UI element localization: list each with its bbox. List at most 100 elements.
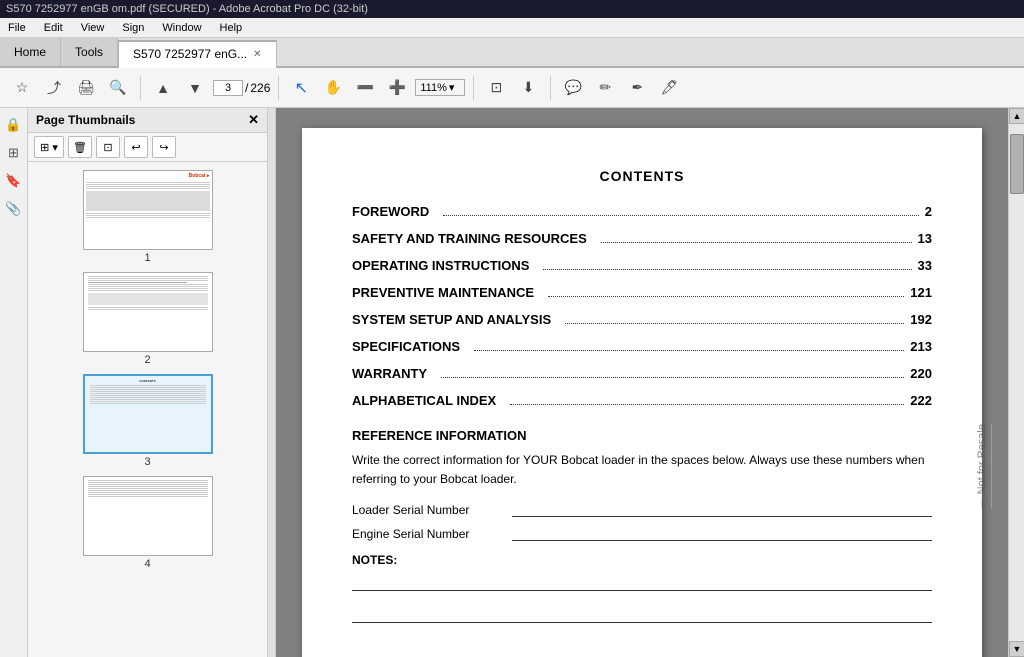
page-number-input[interactable] <box>213 80 243 96</box>
thumbnail-2[interactable]: 2 <box>83 272 213 366</box>
toolbar-bookmark-icon[interactable]: ☆ <box>8 74 36 102</box>
title-bar-text: S570 7252977 enGB om.pdf (SECURED) - Ado… <box>6 3 368 15</box>
toc-page-foreword: 2 <box>925 204 932 219</box>
toc-entry-foreword: FOREWORD 2 <box>352 204 932 219</box>
sidebar-redo-btn[interactable]: ↪ <box>152 136 176 158</box>
pdf-contents-title: CONTENTS <box>352 168 932 184</box>
toc-label-specs: SPECIFICATIONS <box>352 339 460 354</box>
pages-icon[interactable]: ⊞ <box>3 142 25 164</box>
tab-bar: Home Tools S570 7252977 enG... ✕ <box>0 38 1024 68</box>
engine-serial-row: Engine Serial Number <box>352 525 932 541</box>
toc-label-foreword: FOREWORD <box>352 204 429 219</box>
toc-label-preventive: PREVENTIVE MAINTENANCE <box>352 285 534 300</box>
tab-doc-label: S570 7252977 enG... <box>133 47 247 61</box>
thumb-frame-3: CONTENTS <box>83 374 213 454</box>
menu-view[interactable]: View <box>77 20 109 36</box>
notes-label: NOTES: <box>352 553 932 567</box>
watermark-text: — Not for Resale <box>976 424 992 508</box>
toolbar-comment-icon[interactable]: 💬 <box>559 74 587 102</box>
toolbar-sign-icon[interactable]: 🖊 <box>655 74 683 102</box>
tab-tools-label: Tools <box>75 45 103 59</box>
tab-tools[interactable]: Tools <box>61 38 118 66</box>
toolbar-edit-icon[interactable]: ✏ <box>591 74 619 102</box>
toc-entry-system: SYSTEM SETUP AND ANALYSIS 192 <box>352 312 932 327</box>
toolbar-next-page-icon[interactable]: ▼ <box>181 74 209 102</box>
sidebar-undo-btn[interactable]: ↩ <box>124 136 148 158</box>
engine-serial-line <box>512 525 932 541</box>
bookmark-nav-icon[interactable]: 🔖 <box>3 170 25 192</box>
toolbar-draw-icon[interactable]: ✒ <box>623 74 651 102</box>
tab-close-icon[interactable]: ✕ <box>253 49 261 60</box>
thumbnail-1[interactable]: Bobcat ▸ 1 <box>83 170 213 264</box>
notes-line-2 <box>352 607 932 623</box>
scroll-thumb[interactable] <box>1010 134 1024 194</box>
toolbar-select-icon[interactable]: ↖ <box>287 74 315 102</box>
toolbar-hand-icon[interactable]: ✋ <box>319 74 347 102</box>
toc-list: FOREWORD 2 SAFETY AND TRAINING RESOURCES… <box>352 204 932 408</box>
toolbar-sep-4 <box>550 76 551 100</box>
sidebar-view-btn[interactable]: ⊞ ▾ <box>34 136 64 158</box>
page-nav: / 226 <box>213 80 270 96</box>
menu-bar: File Edit View Sign Window Help <box>0 18 1024 38</box>
ref-info-text: Write the correct information for YOUR B… <box>352 451 932 489</box>
resize-handle[interactable] <box>268 108 276 657</box>
toc-page-preventive: 121 <box>910 285 932 300</box>
sidebar-close-icon[interactable]: ✕ <box>248 112 259 128</box>
ref-info-title: REFERENCE INFORMATION <box>352 428 932 443</box>
sidebar-embed-btn[interactable]: ⊡ <box>96 136 120 158</box>
thumb-label-3: 3 <box>144 456 150 468</box>
toolbar-zoom-in-icon[interactable]: ➕ <box>383 74 411 102</box>
thumb-label-2: 2 <box>144 354 150 366</box>
thumb-frame-4 <box>83 476 213 556</box>
toc-dots-warranty <box>441 366 904 378</box>
menu-edit[interactable]: Edit <box>40 20 67 36</box>
menu-sign[interactable]: Sign <box>118 20 148 36</box>
tab-doc[interactable]: S570 7252977 enG... ✕ <box>118 40 276 68</box>
zoom-dropdown[interactable]: 111% ▾ <box>415 79 465 96</box>
pdf-area[interactable]: CONTENTS FOREWORD 2 SAFETY AND TRAINING … <box>276 108 1008 657</box>
loader-serial-line <box>512 501 932 517</box>
toolbar-print-icon[interactable]: 🖨 <box>72 74 100 102</box>
sidebar-title: Page Thumbnails <box>36 113 135 127</box>
menu-help[interactable]: Help <box>216 20 247 36</box>
toc-dots-operating <box>543 258 911 270</box>
toc-page-operating: 33 <box>918 258 932 273</box>
toolbar-zoom-icon[interactable]: 🔍 <box>104 74 132 102</box>
lock-icon[interactable]: 🔒 <box>3 114 25 136</box>
sidebar-delete-btn[interactable]: 🗑 <box>68 136 92 158</box>
main-area: 🔒 ⊞ 🔖 📎 Page Thumbnails ✕ ⊞ ▾ 🗑 ⊡ ↩ ↪ Bo… <box>0 108 1024 657</box>
menu-file[interactable]: File <box>4 20 30 36</box>
thumbnail-4[interactable]: 4 <box>83 476 213 570</box>
scroll-down-arrow[interactable]: ▼ <box>1009 641 1024 657</box>
menu-window[interactable]: Window <box>158 20 205 36</box>
toc-page-index: 222 <box>910 393 932 408</box>
toolbar-prev-page-icon[interactable]: ▲ <box>149 74 177 102</box>
toolbar-zoom-out-icon[interactable]: ➖ <box>351 74 379 102</box>
toc-entry-warranty: WARRANTY 220 <box>352 366 932 381</box>
toolbar-sep-3 <box>473 76 474 100</box>
toolbar-fit-page-icon[interactable]: ⊡ <box>482 74 510 102</box>
zoom-chevron-icon: ▾ <box>449 81 455 94</box>
toc-dots-system <box>565 312 904 324</box>
loader-serial-row: Loader Serial Number <box>352 501 932 517</box>
toc-label-operating: OPERATING INSTRUCTIONS <box>352 258 529 273</box>
toolbar-download-icon[interactable]: ⬇ <box>514 74 542 102</box>
toc-dots-index <box>510 393 904 405</box>
tab-home-label: Home <box>14 45 46 59</box>
sidebar-header: Page Thumbnails ✕ <box>28 108 267 133</box>
toolbar-sep-2 <box>278 76 279 100</box>
scroll-track[interactable] <box>1009 124 1024 641</box>
tab-home[interactable]: Home <box>0 38 61 66</box>
attachment-icon[interactable]: 📎 <box>3 198 25 220</box>
toc-page-system: 192 <box>910 312 932 327</box>
thumbnail-3[interactable]: CONTENTS 3 <box>83 374 213 468</box>
toolbar-share-icon[interactable]: ⤴ <box>40 74 68 102</box>
toc-page-specs: 213 <box>910 339 932 354</box>
toc-dots-safety <box>601 231 912 243</box>
thumb-label-1: 1 <box>144 252 150 264</box>
toc-entry-operating: OPERATING INSTRUCTIONS 33 <box>352 258 932 273</box>
thumb-frame-2 <box>83 272 213 352</box>
toc-dots-specs <box>474 339 904 351</box>
scroll-up-arrow[interactable]: ▲ <box>1009 108 1024 124</box>
toc-entry-preventive: PREVENTIVE MAINTENANCE 121 <box>352 285 932 300</box>
